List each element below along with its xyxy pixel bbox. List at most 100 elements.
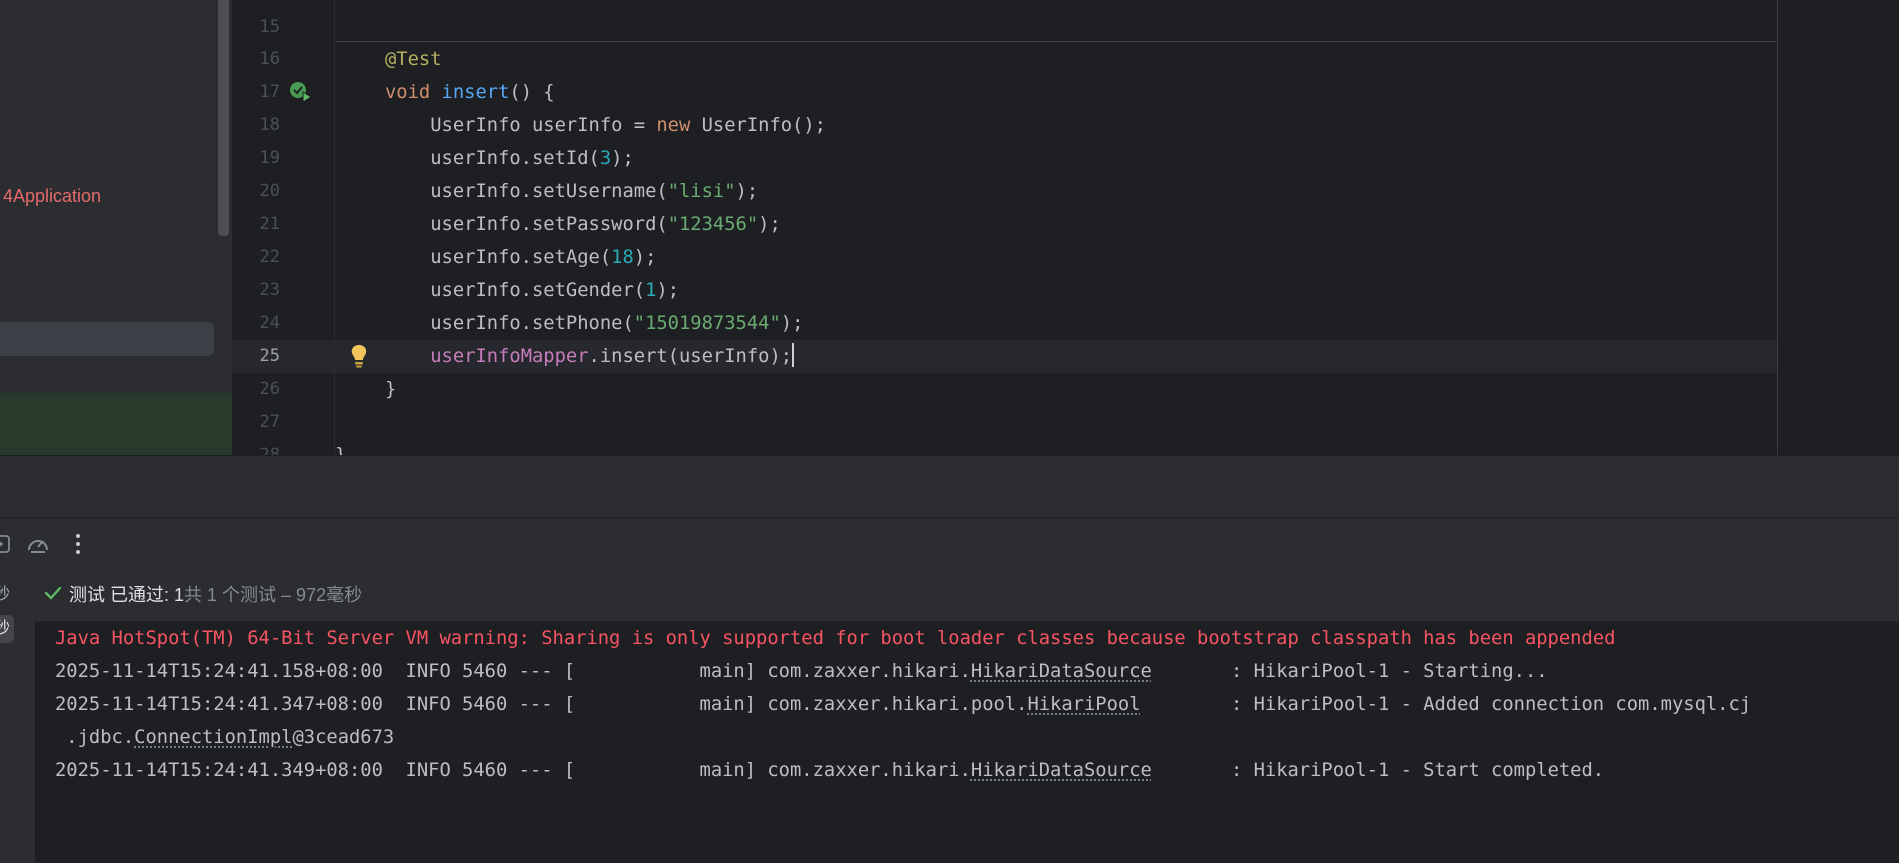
status-prefix: 测试 已通过: <box>69 585 175 605</box>
coverage-gauge-icon[interactable] <box>26 533 50 555</box>
code-line[interactable]: void insert() { <box>385 76 555 109</box>
field-token: userInfoMapper <box>430 346 589 367</box>
console-text: : HikariPool-1 - Added connection com.my… <box>1140 694 1752 715</box>
number-token: 3 <box>599 148 612 169</box>
check-icon <box>44 586 62 600</box>
code-token: .insert(userInfo); <box>588 346 793 367</box>
method-separator <box>336 41 1776 42</box>
keyword-token: void <box>385 82 431 103</box>
code-token: userInfo.setUsername( <box>385 181 668 202</box>
code-line[interactable]: userInfo.setGender(1); <box>385 274 679 307</box>
test-results-tree: 秒 秒 <box>0 569 35 863</box>
line-number: 18 <box>259 115 280 135</box>
line-number: 27 <box>259 412 280 432</box>
code-line[interactable]: userInfo.setPassword("123456"); <box>385 208 781 241</box>
console-line: 2025-11-14T15:24:41.349+08:00 INFO 5460 … <box>55 754 1604 787</box>
test-tree-item-selected[interactable]: 秒 <box>0 615 14 643</box>
run-tool-window-header <box>0 455 1899 517</box>
code-token: ); <box>656 280 680 301</box>
line-number: 16 <box>259 49 280 69</box>
ide-window: 4Application 15 16 17 18 19 20 21 22 23 … <box>0 0 1899 863</box>
code-line[interactable]: userInfo.setUsername("lisi"); <box>385 175 758 208</box>
class-link[interactable]: HikariPool <box>1027 694 1140 715</box>
status-passed-count: 1 <box>174 585 185 605</box>
code-token: userInfo.setId( <box>385 148 600 169</box>
run-test-icon[interactable] <box>290 0 310 4</box>
line-number: 21 <box>259 214 280 234</box>
code-token: ); <box>758 214 781 235</box>
class-link[interactable]: HikariDataSource <box>971 760 1152 781</box>
line-number: 17 <box>259 82 280 102</box>
annotation-token: @Test <box>385 49 442 70</box>
code-token: ); <box>780 313 804 334</box>
console-text: : HikariPool-1 - Start completed. <box>1151 760 1605 781</box>
code-line[interactable]: userInfo.setId(3); <box>385 142 634 175</box>
number-token: 1 <box>645 280 657 301</box>
code-line[interactable]: } <box>385 373 396 406</box>
console-text: 2025-11-14T15:24:41.158+08:00 INFO 5460 … <box>55 661 971 682</box>
code-line[interactable]: @Test <box>385 43 442 76</box>
code-token: ); <box>735 181 759 202</box>
line-number: 19 <box>259 148 280 168</box>
console-line: 2025-11-14T15:24:41.347+08:00 INFO 5460 … <box>55 688 1751 721</box>
line-number: 15 <box>259 17 280 37</box>
console-line: 2025-11-14T15:24:41.158+08:00 INFO 5460 … <box>55 655 1548 688</box>
code-line[interactable]: } <box>335 439 346 455</box>
code-token: ); <box>633 247 657 268</box>
console-text: : HikariPool-1 - Starting... <box>1151 661 1548 682</box>
test-status-text: 测试 已通过: 1共 1 个测试 – 972毫秒 <box>69 569 362 621</box>
code-token: () { <box>509 82 555 103</box>
code-line[interactable]: userInfo.setAge(18); <box>385 241 656 274</box>
project-scrollbar[interactable] <box>218 0 229 236</box>
right-margin-guide <box>1777 0 1778 455</box>
class-link[interactable]: ConnectionImpl <box>134 727 292 748</box>
code-token: ); <box>611 148 634 169</box>
intention-bulb-icon[interactable] <box>348 343 370 369</box>
code-token: } <box>335 445 346 455</box>
string-token: "123456" <box>667 214 759 235</box>
console-text: 2025-11-14T15:24:41.349+08:00 INFO 5460 … <box>55 760 971 781</box>
console-text: .jdbc. <box>55 727 135 748</box>
console-text: 2025-11-14T15:24:41.347+08:00 INFO 5460 … <box>55 694 1028 715</box>
line-number: 24 <box>259 313 280 333</box>
status-summary: 共 1 个测试 – 972毫秒 <box>184 585 363 605</box>
line-number: 22 <box>259 247 280 267</box>
code-editor[interactable]: 15 16 17 18 19 20 21 22 23 24 25 26 27 2… <box>232 0 1899 455</box>
code-token: userInfo.setGender( <box>385 280 646 301</box>
console-output[interactable]: Java HotSpot(TM) 64-Bit Server VM warnin… <box>35 622 1899 863</box>
run-toolbar <box>0 517 1899 570</box>
code-token: } <box>385 379 397 400</box>
number-token: 18 <box>611 247 634 268</box>
code-line[interactable]: UserInfo userInfo = new UserInfo(); <box>385 109 826 142</box>
project-tree-highlight-row[interactable] <box>0 393 232 455</box>
run-test-passed-icon[interactable] <box>288 80 314 104</box>
export-icon[interactable] <box>0 533 12 555</box>
class-link[interactable]: HikariDataSource <box>971 661 1152 682</box>
method-name-token: insert <box>441 82 510 103</box>
project-tree-item-application[interactable]: 4Application <box>3 185 101 207</box>
code-line-current[interactable]: userInfoMapper.insert(userInfo); <box>385 340 795 373</box>
code-token: userInfo.setPassword( <box>385 214 668 235</box>
code-token: userInfo.setAge( <box>385 247 612 268</box>
line-number: 20 <box>259 181 280 201</box>
line-number-current: 25 <box>259 346 280 366</box>
gutter-divider <box>334 0 335 455</box>
line-number: 23 <box>259 280 280 300</box>
more-vertical-icon[interactable] <box>68 531 88 557</box>
line-number: 28 <box>259 445 280 455</box>
keyword-token: new <box>656 115 691 136</box>
line-number: 26 <box>259 379 280 399</box>
text-caret <box>792 343 795 367</box>
console-text: @3cead673 <box>292 727 395 748</box>
test-tree-item-duration[interactable]: 秒 <box>0 583 14 607</box>
console-line-error: Java HotSpot(TM) 64-Bit Server VM warnin… <box>55 628 1616 649</box>
project-tree-selected-row[interactable] <box>0 322 214 356</box>
console-line: .jdbc.ConnectionImpl@3cead673 <box>55 721 394 754</box>
string-token: "15019873544" <box>633 313 781 334</box>
project-tool-window: 4Application <box>0 0 232 455</box>
code-token: userInfo.setPhone( <box>385 313 634 334</box>
code-token: UserInfo userInfo = <box>385 115 657 136</box>
code-token: UserInfo(); <box>690 115 826 136</box>
string-token: "lisi" <box>667 181 736 202</box>
code-line[interactable]: userInfo.setPhone("15019873544"); <box>385 307 803 340</box>
